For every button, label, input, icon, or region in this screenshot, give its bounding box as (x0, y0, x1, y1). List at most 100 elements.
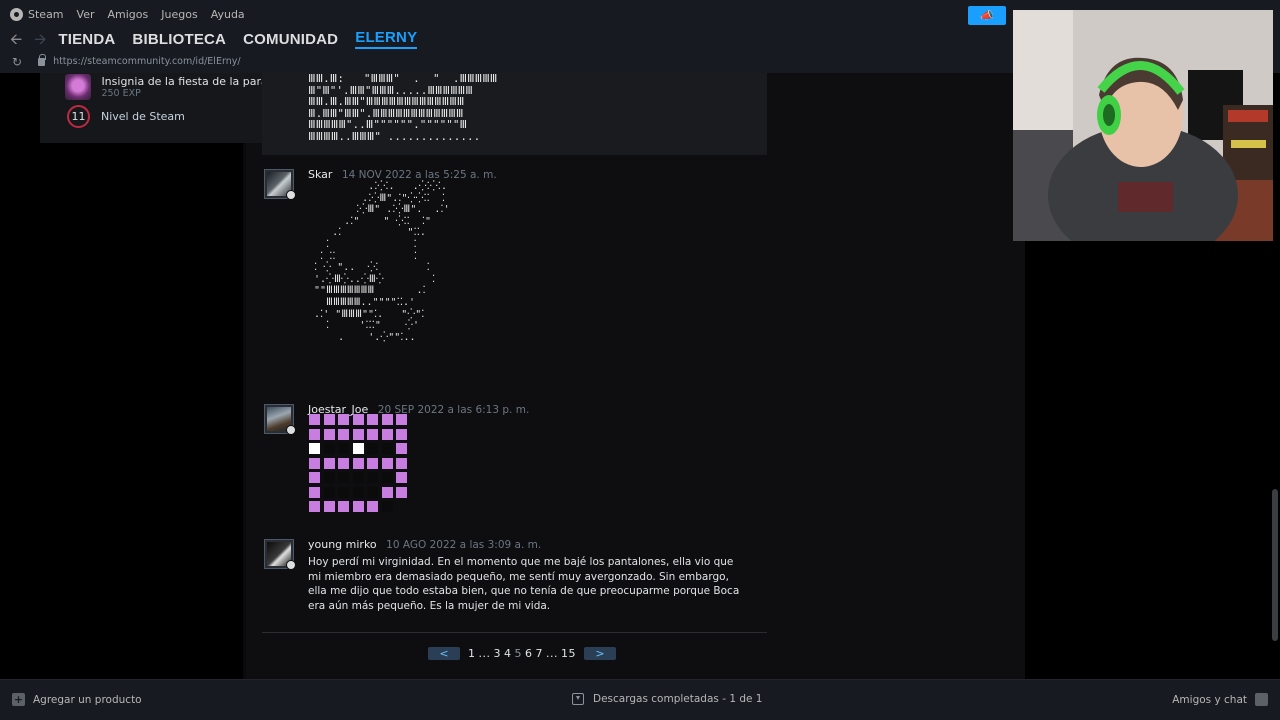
steam-logo-icon[interactable] (10, 7, 23, 21)
menu-juegos[interactable]: Juegos (161, 8, 197, 21)
page-link[interactable]: 15 (561, 647, 576, 660)
pixel-cell (338, 486, 349, 498)
comment-author[interactable]: Skar (308, 168, 332, 181)
avatar[interactable] (264, 169, 296, 200)
comment-young-mirko: young mirko 10 AGO 2022 a las 3:09 a. m.… (264, 538, 764, 629)
level-badge: 11 (67, 105, 90, 128)
comment-author[interactable]: young mirko (308, 538, 377, 551)
pixel-cell (367, 457, 378, 469)
comment-date: 14 NOV 2022 a las 5:25 a. m. (341, 169, 497, 181)
pixel-cell (381, 501, 393, 512)
badge-row[interactable]: Insignia de la fiesta de la paradoj... 2… (65, 73, 295, 101)
pixel-cell (367, 428, 378, 440)
friends-label: Amigos y chat (1172, 693, 1247, 706)
pixel-cell (396, 414, 407, 425)
pixel-cell (338, 414, 349, 425)
arrow-left-icon[interactable]: 🡨 (10, 31, 22, 47)
pixel-cell (352, 457, 364, 469)
status-icon (286, 560, 296, 570)
page-link[interactable]: 4 (504, 647, 512, 660)
pixel-cell (381, 443, 393, 454)
status-icon (286, 425, 296, 435)
pixel-cell (352, 443, 364, 454)
divider (262, 632, 767, 633)
pixel-cell (381, 486, 393, 498)
comment-ascii-art-top: ⅢⅢ.Ⅲ: "ⅢⅢⅢ" . " .ⅢⅢⅢⅢⅢ Ⅲ"Ⅲ"'.ⅢⅢ"ⅢⅢⅢ.....… (262, 73, 767, 155)
pixel-cell (309, 428, 320, 440)
pixel-cell (352, 428, 364, 440)
pixel-cell (381, 428, 393, 440)
ascii-art: ⅢⅢ.Ⅲ: "ⅢⅢⅢ" . " .ⅢⅢⅢⅢⅢ Ⅲ"Ⅲ"'.ⅢⅢ"ⅢⅢⅢ.....… (308, 73, 498, 143)
comment-header: Skar 14 NOV 2022 a las 5:25 a. m. (308, 168, 497, 181)
add-product-button[interactable]: + Agregar un producto (12, 693, 142, 706)
steam-level-row[interactable]: 11 Nivel de Steam (67, 105, 185, 128)
status-icon (286, 190, 296, 200)
pixel-cell (338, 501, 349, 512)
pixel-cell (309, 414, 320, 425)
comment-joestar-joe: Joestar_Joe 20 SEP 2022 a las 6:13 p. m. (264, 403, 764, 524)
pixel-cell (309, 472, 320, 483)
current-page: 5 (514, 647, 522, 660)
refresh-icon[interactable]: ↻ (12, 55, 22, 69)
avatar[interactable] (264, 404, 296, 435)
scrollbar-thumb[interactable] (1272, 489, 1278, 641)
announcements-button[interactable]: 📣 (968, 6, 1006, 25)
pixel-cell (367, 501, 378, 512)
comment-pagination: < 1 ... 3 4 5 6 7 ... 15 > (428, 646, 616, 661)
page-ellipsis: ... (546, 647, 558, 660)
pixel-cell (396, 443, 407, 454)
menu-ver[interactable]: Ver (77, 8, 95, 21)
friends-chat-button[interactable]: Amigos y chat (1172, 693, 1268, 706)
webcam-image (1013, 10, 1273, 241)
pixel-cell (309, 443, 320, 454)
page-link[interactable]: 7 (536, 647, 544, 660)
nav-tienda[interactable]: TIENDA (58, 31, 115, 48)
menu-amigos[interactable]: Amigos (108, 8, 149, 21)
ascii-art: .⁚⁛⁚. .⁛⁚⁛⁚. .⁚⁛Ⅲ".⁚"⁛⁛⁚⁚ ⁚ ⁚⁛Ⅲ" .⁚⁛Ⅲ". … (314, 181, 450, 343)
comment-text: Hoy perdí mi virginidad. En el momento q… (308, 556, 740, 612)
webcam-overlay (1013, 10, 1273, 241)
downloads-status[interactable]: Descargas completadas - 1 de 1 (572, 693, 762, 705)
pixel-cell (323, 428, 335, 440)
pixel-cell (323, 501, 335, 512)
add-product-label: Agregar un producto (33, 693, 142, 706)
prev-page-button[interactable]: < (428, 647, 460, 660)
page-links: 1 ... 3 4 5 6 7 ... 15 (468, 647, 576, 660)
pixel-cell (367, 443, 378, 454)
menu-ayuda[interactable]: Ayuda (211, 8, 245, 21)
comment-date: 10 AGO 2022 a las 3:09 a. m. (386, 539, 542, 551)
pixel-cell (396, 486, 407, 498)
pixel-cell (352, 472, 364, 483)
url-text[interactable]: https://steamcommunity.com/id/ElErny/ (53, 56, 240, 67)
badge-icon (65, 74, 92, 100)
pixel-cell (323, 472, 335, 483)
pixel-cell (381, 414, 393, 425)
pixel-cell (309, 501, 320, 512)
megaphone-icon: 📣 (980, 9, 994, 22)
nav-biblioteca[interactable]: BIBLIOTECA (132, 31, 226, 48)
nav-elerny[interactable]: ELERNY (355, 29, 418, 49)
menu-steam[interactable]: Steam (28, 8, 64, 21)
downloads-label: Descargas completadas - 1 de 1 (593, 693, 763, 705)
pixel-cell (352, 486, 364, 498)
comment-skar: Skar 14 NOV 2022 a las 5:25 a. m. .⁚⁛⁚. … (264, 168, 764, 389)
pixel-cell (338, 472, 349, 483)
pixel-cell (323, 414, 335, 425)
arrow-right-icon[interactable]: 🡪 (34, 31, 46, 47)
avatar[interactable] (264, 539, 296, 570)
pixel-cell (396, 501, 407, 512)
page-link[interactable]: 1 (468, 647, 476, 660)
nav-comunidad[interactable]: COMUNIDAD (243, 31, 338, 48)
pixel-cell (323, 486, 335, 498)
comment-header: young mirko 10 AGO 2022 a las 3:09 a. m. (308, 538, 541, 551)
pixel-cell (323, 443, 335, 454)
lock-icon (38, 53, 47, 66)
pixel-cell (323, 457, 335, 469)
plus-icon: + (12, 693, 25, 706)
next-page-button[interactable]: > (584, 647, 616, 660)
page-link[interactable]: 6 (525, 647, 533, 660)
page-link[interactable]: 3 (494, 647, 502, 660)
bottom-bar: + Agregar un producto Descargas completa… (0, 679, 1280, 720)
pixel-cell (367, 486, 378, 498)
pixel-cell (352, 414, 364, 425)
